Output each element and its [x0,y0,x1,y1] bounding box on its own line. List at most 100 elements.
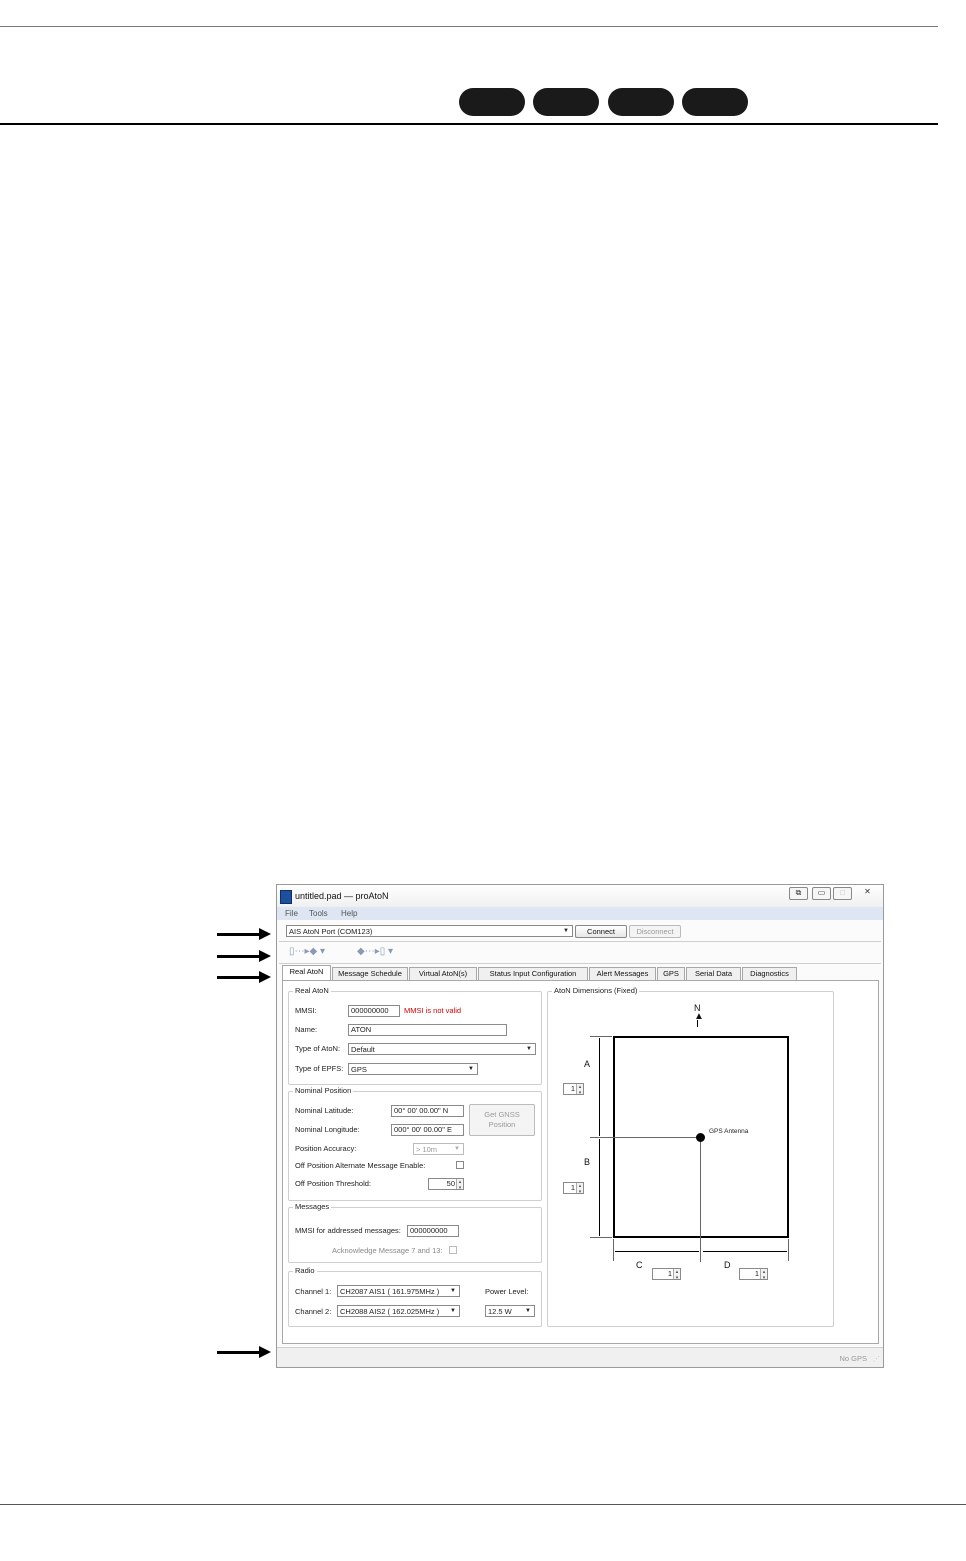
close-icon[interactable]: ✕ [859,887,876,898]
nominal-latitude-label: Nominal Latitude: [295,1106,354,1115]
tab-serial-data[interactable]: Serial Data [686,967,741,980]
get-gnss-position-label: Get GNSS Position [484,1110,520,1129]
antenna-vertical-line [700,1137,701,1262]
chevron-down-icon: ▼ [525,1308,531,1314]
channel-2-select[interactable]: CH2088 AIS2 ( 162.025MHz ) ▼ [337,1305,460,1317]
toolbar-separator-2 [279,963,881,964]
callout-arrow-toolbar [217,950,271,962]
name-input[interactable]: ATON [348,1024,507,1036]
mmsi-addressed-input[interactable]: 000000000 [407,1225,459,1237]
off-position-threshold-stepper[interactable]: 50 ▴ ▾ [428,1178,464,1190]
gps-status: No GPS [839,1354,867,1363]
dimension-d-value: 1 [754,1269,759,1278]
port-select[interactable]: AIS AtoN Port (COM123) ▼ [286,925,573,937]
nominal-position-group: Nominal Position Nominal Latitude: 00° 0… [288,1086,542,1201]
header-bottom-rule [0,123,938,125]
title-bar: untitled.pad — proAtoN ⧉ ▭ □ ✕ [277,885,883,907]
type-of-epfs-value: GPS [351,1065,367,1074]
north-arrow-shaft [697,1020,698,1027]
type-of-aton-select[interactable]: Default ▼ [348,1043,536,1055]
dimension-d-label: D [724,1260,731,1270]
power-level-select[interactable]: 12.5 W ▼ [485,1305,535,1317]
tab-message-schedule[interactable]: Message Schedule [332,967,408,980]
acknowledge-label: Acknowledge Message 7 and 13: [332,1246,443,1255]
aton-dimensions-group-label: AtoN Dimensions (Fixed) [552,986,640,995]
dimension-b-value: 1 [570,1183,575,1192]
mmsi-addressed-label: MMSI for addressed messages: [295,1226,401,1235]
dimension-b-label: B [584,1157,591,1167]
tab-gps[interactable]: GPS [657,967,685,980]
minimize-icon[interactable]: ▭ [812,887,831,900]
spin-arrows-icon[interactable]: ▴ ▾ [576,1183,583,1193]
nominal-longitude-label: Nominal Longitude: [295,1125,360,1134]
restore-icon[interactable]: ⧉ [789,887,808,900]
type-of-aton-label: Type of AtoN: [295,1044,341,1053]
gps-antenna-label: GPS Antenna [709,1128,749,1135]
app-window: untitled.pad — proAtoN ⧉ ▭ □ ✕ File Tool… [276,884,884,1368]
channel-2-label: Channel 2: [295,1307,332,1316]
spin-arrows-icon[interactable]: ▴ ▾ [456,1179,463,1189]
tab-diagnostics[interactable]: Diagnostics [742,967,797,980]
menu-help[interactable]: Help [341,909,357,918]
resize-grip-icon[interactable]: ⋰ [873,1355,880,1363]
dimension-b-stepper[interactable]: 1 ▴ ▾ [563,1182,584,1194]
device-download-icon[interactable]: ◆⋯▸▯ ▾ [357,946,393,957]
channel-1-value: CH2087 AIS1 ( 161.975MHz ) [340,1287,440,1296]
off-position-enable-label: Off Position Alternate Message Enable: [295,1161,426,1170]
nominal-longitude-input[interactable]: 000° 00' 00.00" E [391,1124,464,1136]
aton-dimensions-group: AtoN Dimensions (Fixed) N ▲ GPS Antenna … [547,986,834,1327]
spin-arrows-icon[interactable]: ▴ ▾ [760,1269,767,1279]
tab-status-input-configuration[interactable]: Status Input Configuration [478,967,588,980]
get-gnss-position-button[interactable]: Get GNSS Position [469,1104,535,1136]
dimension-d-stepper[interactable]: 1 ▴ ▾ [739,1268,768,1280]
maximize-icon[interactable]: □ [833,887,852,900]
acknowledge-checkbox[interactable] [449,1246,457,1254]
device-upload-icon[interactable]: ▯⋯▸◆ ▾ [289,946,325,957]
tab-alert-messages[interactable]: Alert Messages [589,967,656,980]
nominal-position-group-label: Nominal Position [293,1086,354,1095]
tab-real-aton[interactable]: Real AtoN [282,965,331,980]
dimension-bottom-tick [590,1237,612,1238]
antenna-horizontal-line [590,1137,701,1138]
dimension-c-label: C [636,1260,643,1270]
chevron-down-icon: ▼ [468,1066,474,1072]
chevron-down-icon: ▼ [450,1288,456,1294]
name-label: Name: [295,1025,318,1034]
off-position-enable-checkbox[interactable] [456,1161,464,1169]
port-select-value: AIS AtoN Port (COM123) [289,927,373,936]
chevron-down-icon: ▼ [450,1308,456,1314]
menu-file[interactable]: File [285,909,298,918]
position-accuracy-select[interactable]: > 10m ▼ [413,1143,464,1155]
dimension-a-stepper[interactable]: 1 ▴ ▾ [563,1083,584,1095]
type-of-epfs-select[interactable]: GPS ▼ [348,1063,478,1075]
messages-group-label: Messages [293,1202,332,1211]
nominal-latitude-input[interactable]: 00° 00' 00.00" N [391,1105,464,1117]
connect-button[interactable]: Connect [575,925,627,938]
channel-2-value: CH2088 AIS2 ( 162.025MHz ) [340,1307,440,1316]
position-accuracy-label: Position Accuracy: [295,1144,357,1153]
mmsi-label: MMSI: [295,1006,317,1015]
header-tab-pill-2 [533,88,599,116]
mmsi-input[interactable]: 000000000 [348,1005,400,1017]
header-tab-pill-4 [682,88,748,116]
spin-arrows-icon[interactable]: ▴ ▾ [673,1269,680,1279]
power-level-value: 12.5 W [488,1307,512,1316]
dimension-left-tick [613,1239,614,1261]
real-aton-group: Real AtoN MMSI: 000000000 MMSI is not va… [288,986,542,1085]
channel-1-select[interactable]: CH2087 AIS1 ( 161.975MHz ) ▼ [337,1285,460,1297]
header-tab-pill-3 [608,88,674,116]
menu-tools[interactable]: Tools [309,909,328,918]
gps-antenna-dot [696,1133,705,1142]
radio-group-label: Radio [293,1266,317,1275]
dimension-a-line [599,1038,600,1136]
disconnect-button[interactable]: Disconnect [629,925,681,938]
menu-bar: File Tools Help [277,907,883,920]
dimension-c-line [615,1251,699,1252]
dimension-c-stepper[interactable]: 1 ▴ ▾ [652,1268,681,1280]
spin-arrows-icon[interactable]: ▴ ▾ [576,1084,583,1094]
header-top-rule [0,26,938,27]
callout-arrow-statusbar [217,1346,271,1358]
tab-virtual-aton[interactable]: Virtual AtoN(s) [409,967,477,980]
radio-group: Radio Channel 1: CH2087 AIS1 ( 161.975MH… [288,1266,542,1327]
real-aton-panel: Real AtoN MMSI: 000000000 MMSI is not va… [282,980,879,1344]
